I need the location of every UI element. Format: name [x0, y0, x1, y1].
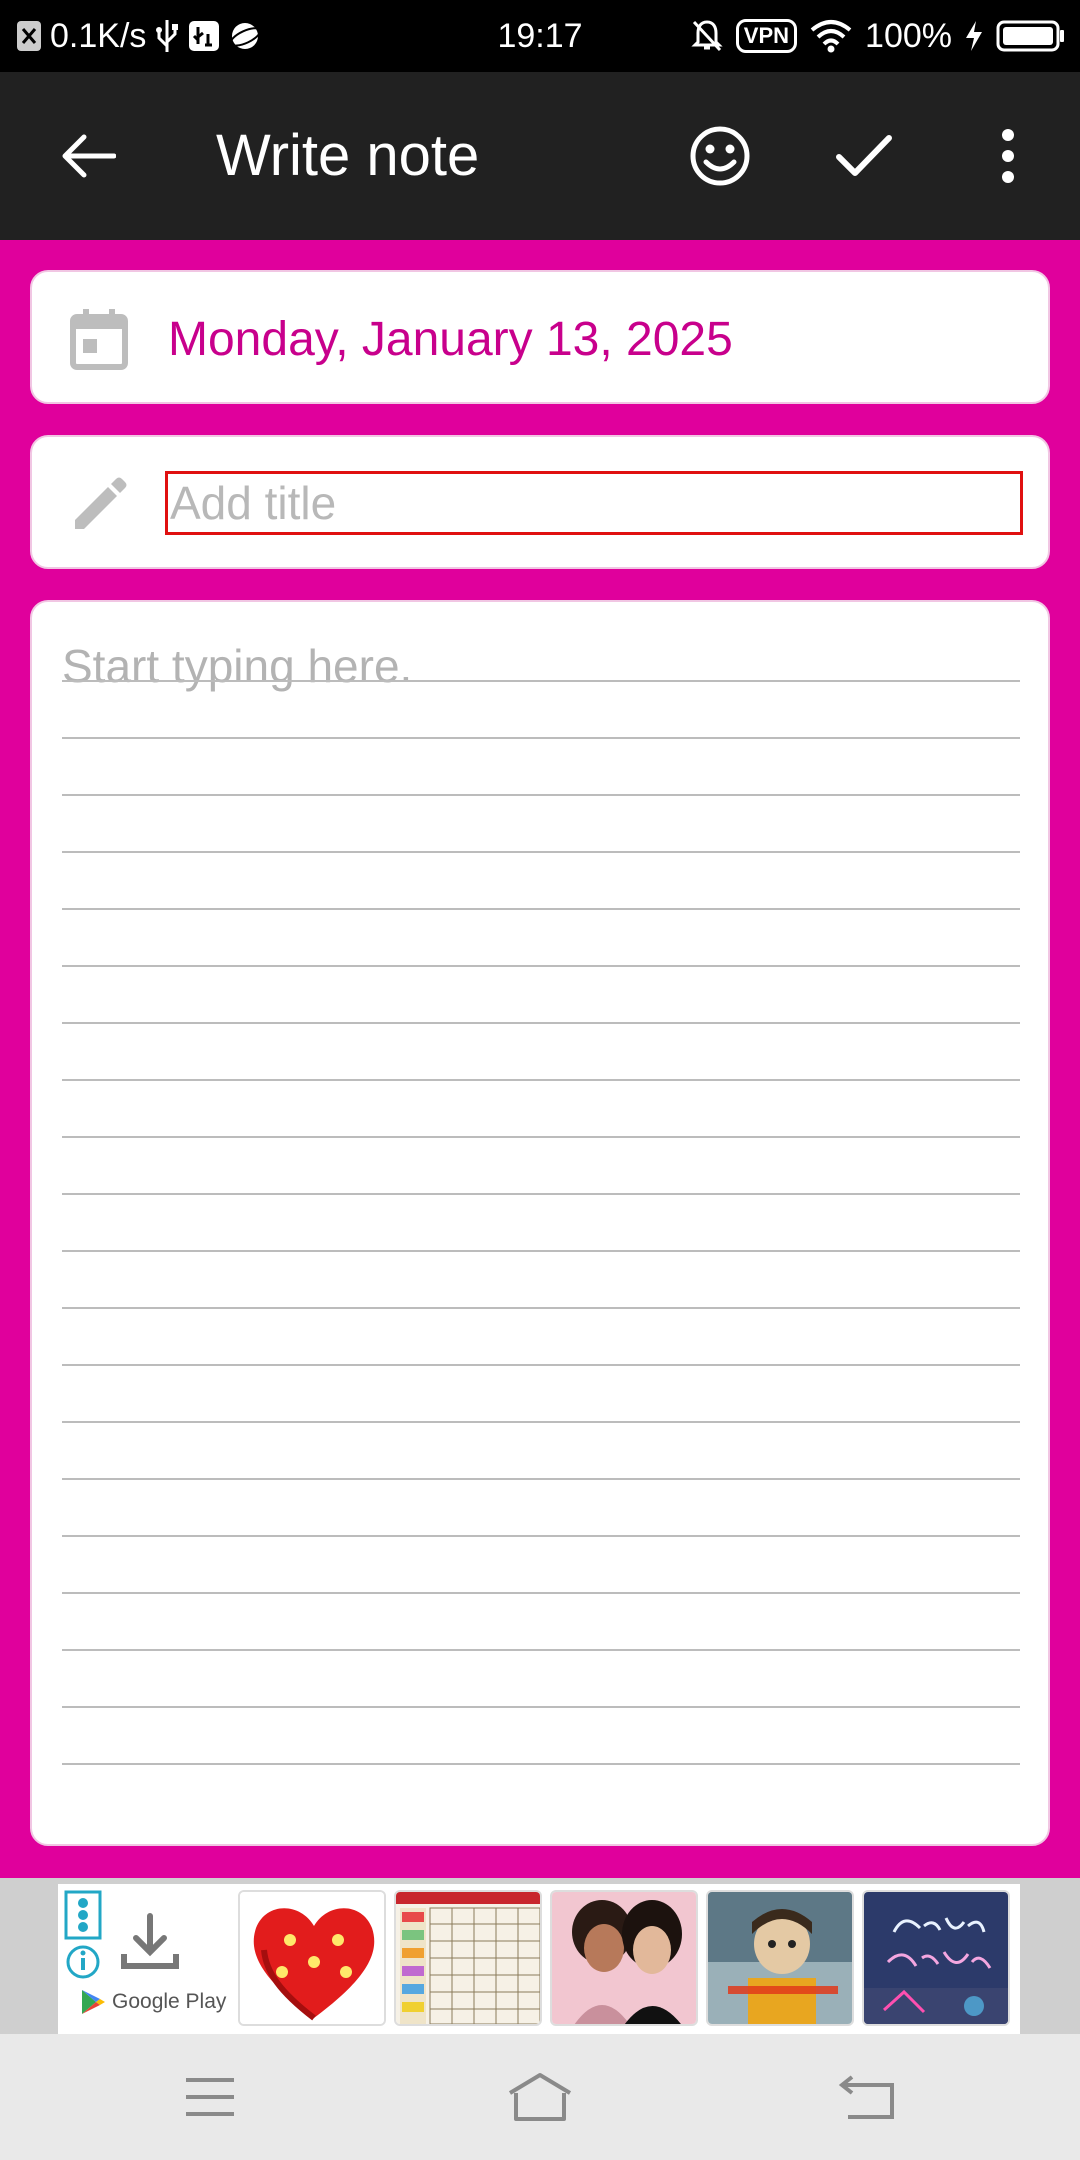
- title-card: [30, 435, 1050, 569]
- system-nav-bar: [0, 2034, 1080, 2160]
- ruled-line: [62, 1478, 1020, 1480]
- battery-icon: [996, 19, 1066, 53]
- charging-icon: [964, 19, 984, 53]
- ruled-line: [62, 1763, 1020, 1765]
- ad-thumb-heart[interactable]: [238, 1890, 386, 2026]
- emoji-button[interactable]: [680, 116, 760, 196]
- status-right: VPN 100%: [690, 14, 1066, 58]
- ruled-line: [62, 1706, 1020, 1708]
- wifi-icon: [809, 19, 853, 53]
- download-icon[interactable]: [118, 1910, 198, 1980]
- note-body-input[interactable]: Start typing here.: [62, 624, 1020, 1804]
- ruled-line: [62, 1364, 1020, 1366]
- ruled-line: [62, 1022, 1020, 1024]
- date-card[interactable]: Monday, January 13, 2025: [30, 270, 1050, 404]
- ad-thumb-calendar[interactable]: [394, 1890, 542, 2026]
- body-placeholder: Start typing here.: [62, 640, 413, 692]
- emoji-icon: [690, 126, 750, 186]
- menu-icon: [186, 2078, 234, 2116]
- note-body-card[interactable]: Start typing here.: [30, 600, 1050, 1846]
- more-options-button[interactable]: [968, 116, 1048, 196]
- battery-percent: 100%: [865, 16, 952, 55]
- ruled-line: [62, 737, 1020, 739]
- ruled-line: [62, 680, 1020, 682]
- home-icon: [508, 2073, 572, 2121]
- google-play-icon: [82, 1990, 105, 2014]
- ad-banner[interactable]: Google Play: [58, 1884, 1020, 2034]
- back-arrow-icon: [62, 134, 116, 178]
- ad-thumb-doll[interactable]: [706, 1890, 854, 2026]
- title-input[interactable]: [165, 471, 1023, 535]
- pencil-icon: [64, 469, 134, 539]
- mute-bell-icon: [690, 18, 724, 54]
- ruled-line: [62, 1421, 1020, 1423]
- ruled-line: [62, 1307, 1020, 1309]
- ruled-line: [62, 1250, 1020, 1252]
- ruled-line: [62, 1136, 1020, 1138]
- ad-thumb-neon-sign[interactable]: [862, 1890, 1010, 2026]
- google-play-badge[interactable]: Google Play: [80, 1988, 226, 2016]
- note-date[interactable]: Monday, January 13, 2025: [168, 312, 733, 368]
- ruled-line: [62, 1079, 1020, 1081]
- status-bar: 0.1K/s 19:17 VPN 100%: [0, 0, 1080, 72]
- more-vert-icon: [1002, 129, 1014, 183]
- vpn-badge: VPN: [735, 19, 798, 53]
- google-play-label: Google Play: [112, 1990, 227, 2013]
- ruled-line: [62, 1193, 1020, 1195]
- ruled-line: [62, 851, 1020, 853]
- ruled-line: [62, 1535, 1020, 1537]
- back-nav-button[interactable]: [818, 2064, 918, 2130]
- page-title: Write note: [216, 123, 480, 188]
- ruled-line: [62, 908, 1020, 910]
- ruled-line: [62, 1592, 1020, 1594]
- return-icon: [838, 2075, 894, 2119]
- ruled-line: [62, 965, 1020, 967]
- ruled-line: [62, 1649, 1020, 1651]
- check-icon: [836, 135, 892, 176]
- home-nav-button[interactable]: [490, 2064, 590, 2130]
- ruled-line: [62, 794, 1020, 796]
- ad-thumb-models[interactable]: [550, 1890, 698, 2026]
- calendar-icon: [64, 304, 134, 374]
- save-button[interactable]: [824, 116, 904, 196]
- app-bar: Write note: [0, 72, 1080, 240]
- menu-nav-button[interactable]: [160, 2064, 260, 2130]
- back-button[interactable]: [48, 116, 128, 196]
